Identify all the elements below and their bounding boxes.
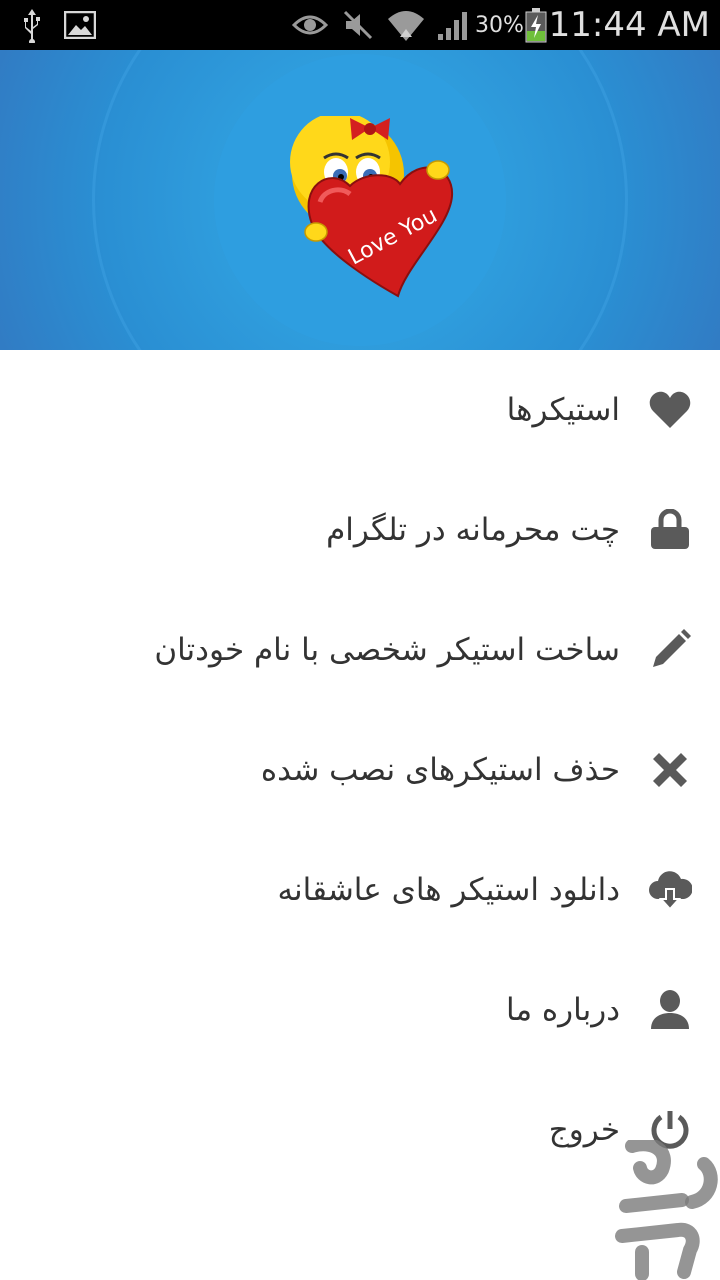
image-icon [64,0,96,50]
battery-percent: 30% [475,12,524,38]
menu-item-label: خروج [548,1112,620,1148]
love-emoji-logo: Love You [290,116,454,298]
heart-icon [646,386,694,434]
mute-icon [342,0,374,50]
drawer-header: Love You [0,50,720,350]
status-bar: 30% 11:44 AM [0,0,720,50]
menu-item-delete-stickers[interactable]: حذف استیکرهای نصب شده [0,710,720,830]
menu-item-custom-sticker[interactable]: ساخت استیکر شخصی با نام خودتان [0,590,720,710]
pencil-icon [646,626,694,674]
menu-item-label: حذف استیکرهای نصب شده [260,752,620,788]
lock-icon [646,506,694,554]
close-icon [646,746,694,794]
clock: 11:44 AM [548,5,710,45]
menu-item-download-stickers[interactable]: دانلود استیکر های عاشقانه [0,830,720,950]
eye-icon [292,0,328,50]
menu-item-label: درباره ما [506,992,620,1028]
menu-item-label: چت محرمانه در تلگرام [326,512,620,548]
menu-item-about[interactable]: درباره ما [0,950,720,1070]
menu-item-label: دانلود استیکر های عاشقانه [277,872,620,908]
signal-icon [436,0,472,50]
battery-charging-icon [524,0,548,50]
wifi-icon [386,0,426,50]
menu-item-label: ساخت استیکر شخصی با نام خودتان [154,632,620,668]
store-logo-watermark [615,1140,718,1280]
menu-item-stickers[interactable]: استیکرها [0,350,720,470]
menu-item-label: استیکرها [506,392,620,428]
user-icon [646,986,694,1034]
usb-icon [20,0,44,50]
menu-item-private-chat[interactable]: چت محرمانه در تلگرام [0,470,720,590]
cloud-download-icon [646,866,694,914]
